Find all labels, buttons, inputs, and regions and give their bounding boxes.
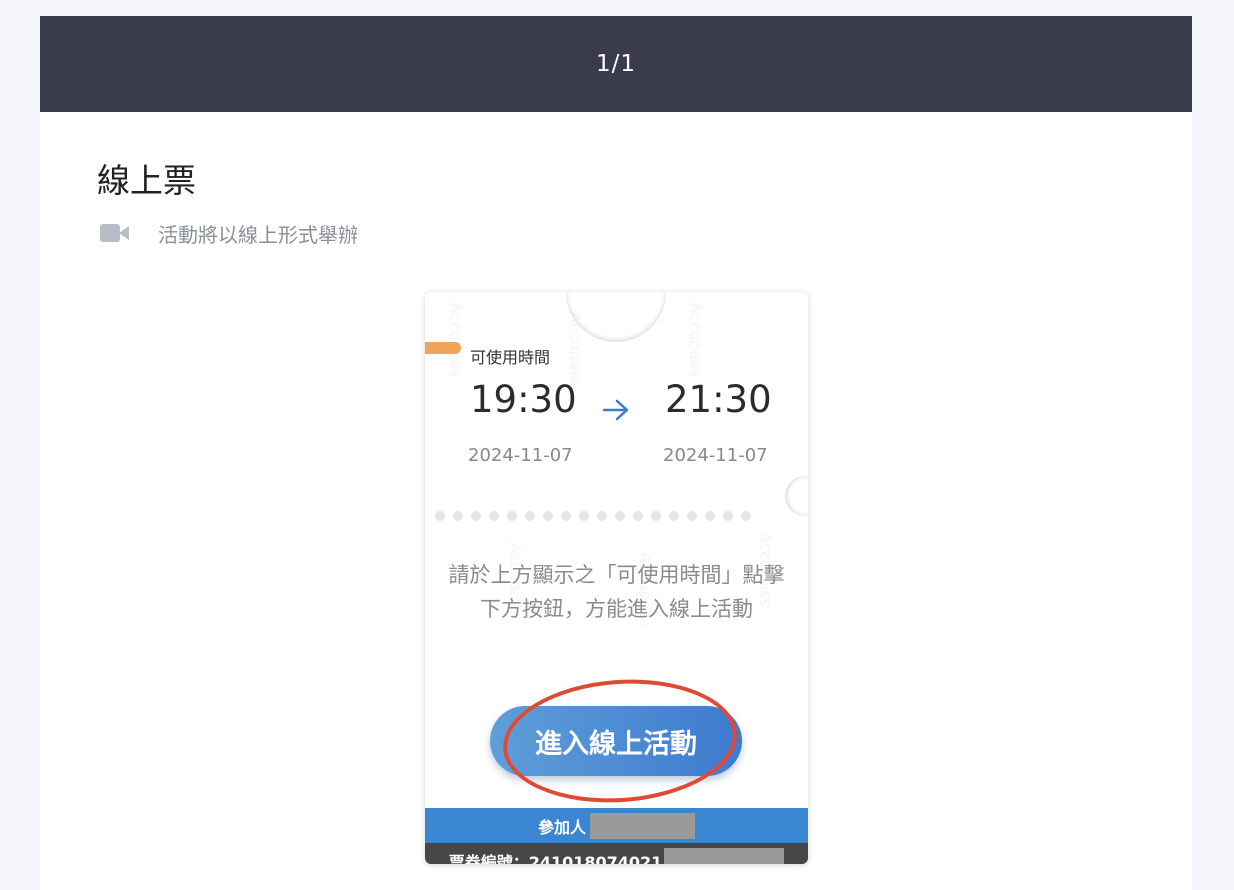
start-time: 19:30 xyxy=(470,378,577,421)
ticket-type-title: 線上票 xyxy=(97,161,196,200)
event-mode: 活動將以線上形式舉辦 xyxy=(100,220,358,247)
event-mode-text: 活動將以線上形式舉辦 xyxy=(158,222,358,247)
redacted-attendee-name xyxy=(590,812,695,839)
redacted-ticket-number xyxy=(664,847,785,864)
pager-header: 1/1 xyxy=(40,16,1192,112)
ticket-number-bar: 票券編號：241018074021 xyxy=(425,843,808,864)
ticket: Accupass Accupass Accupass Accupass Accu… xyxy=(425,292,808,864)
watermark: Accupass xyxy=(686,302,705,378)
usage-note: 請於上方顯示之「可使用時間」點擊下方按鈕，方能進入線上活動 xyxy=(448,563,785,621)
arrow-right-icon xyxy=(602,399,629,421)
end-time: 21:30 xyxy=(665,378,772,421)
start-date: 2024-11-07 xyxy=(468,445,573,466)
ticket-perforation xyxy=(435,511,751,521)
watermark: Accupass xyxy=(566,312,585,388)
enter-online-event-button[interactable]: 進入線上活動 xyxy=(490,706,742,776)
attendee-bar: 參加人 xyxy=(425,808,808,843)
ticket-notch-right xyxy=(785,476,808,516)
watermark: Accupass xyxy=(446,302,465,378)
pager-label: 1/1 xyxy=(595,51,636,77)
video-camera-icon xyxy=(100,221,130,245)
ticket-number-label: 票券編號：241018074021 xyxy=(448,852,663,865)
ticket-card: 1/1 線上票 活動將以線上形式舉辦 Accupass Accupass Acc… xyxy=(40,16,1192,890)
end-date: 2024-11-07 xyxy=(663,445,768,466)
available-time-label: 可使用時間 xyxy=(470,348,551,367)
attendee-label: 參加人 xyxy=(537,817,586,837)
time-tag-marker xyxy=(425,342,461,354)
